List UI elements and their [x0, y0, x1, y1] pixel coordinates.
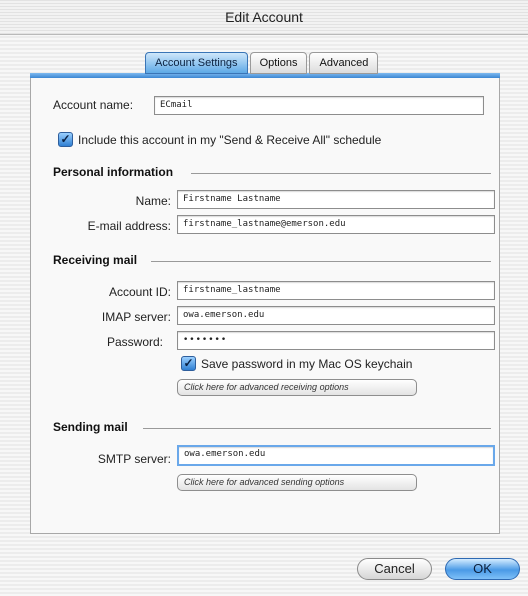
advanced-sending-button[interactable]: Click here for advanced sending options: [177, 474, 417, 491]
account-settings-panel: Account name: ECmail ✓ Include this acco…: [30, 76, 500, 534]
tab-bar: Account Settings Options Advanced: [145, 52, 380, 74]
personal-info-divider: [191, 173, 491, 174]
save-password-label: Save password in my Mac OS keychain: [201, 357, 413, 371]
cancel-button[interactable]: Cancel: [357, 558, 432, 580]
advanced-receiving-button[interactable]: Click here for advanced receiving option…: [177, 379, 417, 396]
receiving-mail-divider: [151, 261, 491, 262]
imap-server-label: IMAP server:: [101, 310, 171, 324]
tab-options[interactable]: Options: [249, 52, 308, 74]
name-label: Name:: [135, 194, 171, 208]
include-schedule-label: Include this account in my "Send & Recei…: [78, 133, 382, 147]
password-label: Password:: [106, 335, 163, 349]
name-field[interactable]: Firstname Lastname: [177, 190, 495, 209]
checkmark-icon: ✓: [60, 132, 71, 146]
account-id-label: Account ID:: [108, 285, 171, 299]
window-title: Edit Account: [225, 9, 303, 25]
include-schedule-checkbox[interactable]: ✓: [58, 132, 73, 147]
email-label: E-mail address:: [87, 219, 171, 233]
sending-mail-divider: [143, 428, 491, 429]
smtp-server-field[interactable]: owa.emerson.edu: [177, 445, 495, 466]
password-field[interactable]: •••••••: [177, 331, 495, 350]
ok-button[interactable]: OK: [445, 558, 520, 580]
receiving-mail-heading: Receiving mail: [53, 253, 138, 267]
imap-server-field[interactable]: owa.emerson.edu: [177, 306, 495, 325]
tab-advanced[interactable]: Advanced: [309, 52, 379, 74]
smtp-server-label: SMTP server:: [97, 452, 171, 466]
tab-account-settings[interactable]: Account Settings: [145, 52, 248, 74]
account-name-field[interactable]: ECmail: [154, 96, 484, 115]
account-name-label: Account name:: [53, 98, 134, 112]
checkmark-icon: ✓: [183, 356, 194, 370]
save-password-checkbox[interactable]: ✓: [181, 356, 196, 371]
title-bar: Edit Account: [0, 0, 528, 35]
email-field[interactable]: firstname_lastname@emerson.edu: [177, 215, 495, 234]
personal-info-heading: Personal information: [53, 165, 174, 179]
sending-mail-heading: Sending mail: [53, 420, 128, 434]
account-id-field[interactable]: firstname_lastname: [177, 281, 495, 300]
